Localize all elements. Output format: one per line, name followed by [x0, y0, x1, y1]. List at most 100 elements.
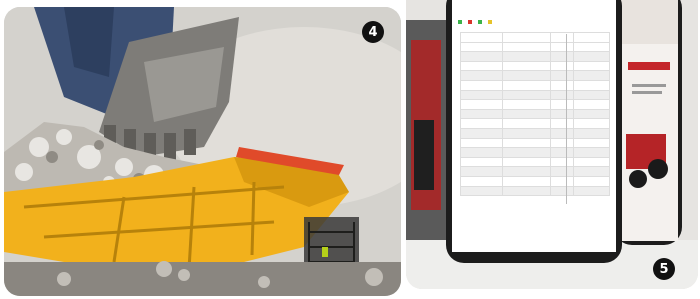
equipment-table — [460, 32, 610, 197]
table-row[interactable] — [460, 156, 610, 168]
table-cell — [501, 127, 551, 139]
table-cell — [501, 156, 551, 168]
table-cell — [501, 166, 551, 177]
table-row[interactable] — [460, 175, 610, 187]
table-cell — [573, 147, 610, 158]
table-cell — [460, 166, 503, 177]
secondary-phone — [614, 0, 682, 245]
table-row[interactable] — [460, 108, 610, 120]
table-legend — [458, 20, 493, 25]
table-cell — [549, 156, 575, 168]
table-cell — [573, 89, 610, 101]
table-cell — [549, 137, 575, 149]
table-cell — [501, 175, 551, 187]
primary-phone — [446, 0, 622, 263]
table-cell — [501, 185, 551, 197]
table-cell — [549, 99, 575, 110]
table-cell — [460, 99, 503, 110]
column-header[interactable] — [573, 32, 610, 43]
vertical-divider — [566, 34, 567, 204]
table-cell — [549, 70, 575, 81]
bucket-ad-graphic — [618, 0, 678, 188]
table-cell — [501, 70, 551, 81]
table-cell — [549, 60, 575, 72]
column-header[interactable] — [501, 32, 551, 43]
table-cell — [501, 41, 551, 53]
column-header[interactable] — [549, 32, 575, 43]
table-cell — [501, 79, 551, 91]
table-header-row — [460, 32, 610, 43]
table-cell — [573, 70, 610, 81]
table-cell — [573, 156, 610, 168]
table-cell — [573, 127, 610, 139]
table-cell — [549, 147, 575, 158]
legend-item — [468, 20, 473, 25]
table-row[interactable] — [460, 99, 610, 110]
table-cell — [460, 70, 503, 81]
table-row[interactable] — [460, 147, 610, 158]
table-cell — [549, 41, 575, 53]
table-cell — [460, 51, 503, 62]
table-row[interactable] — [460, 118, 610, 129]
table-cell — [549, 118, 575, 129]
table-cell — [501, 147, 551, 158]
table-cell — [573, 79, 610, 91]
table-cell — [573, 41, 610, 53]
table-cell — [460, 137, 503, 149]
table-cell — [501, 60, 551, 72]
table-row[interactable] — [460, 127, 610, 139]
table-row[interactable] — [460, 70, 610, 81]
table-cell — [460, 156, 503, 168]
table-cell — [573, 118, 610, 129]
table-cell — [501, 108, 551, 120]
table-cell — [549, 51, 575, 62]
legend-item — [458, 20, 463, 25]
table-cell — [573, 108, 610, 120]
table-cell — [573, 166, 610, 177]
table-cell — [460, 175, 503, 187]
table-cell — [501, 118, 551, 129]
table-cell — [573, 137, 610, 149]
table-cell — [573, 185, 610, 197]
table-cell — [460, 108, 503, 120]
table-row[interactable] — [460, 41, 610, 53]
step-number-badge-4: 4 — [362, 21, 384, 43]
table-cell — [549, 166, 575, 177]
table-cell — [460, 185, 503, 197]
table-cell — [501, 51, 551, 62]
table-cell — [501, 89, 551, 101]
step-number-badge-5: 5 — [653, 258, 675, 280]
table-row[interactable] — [460, 60, 610, 72]
table-row[interactable] — [460, 51, 610, 62]
mining-photo-panel — [4, 7, 401, 296]
table-row[interactable] — [460, 79, 610, 91]
table-row[interactable] — [460, 166, 610, 177]
table-cell — [460, 147, 503, 158]
secondary-phone-screen — [618, 0, 678, 241]
table-cell — [573, 175, 610, 187]
table-cell — [573, 99, 610, 110]
column-header[interactable] — [460, 32, 503, 43]
table-cell — [549, 127, 575, 139]
table-cell — [460, 118, 503, 129]
table-cell — [573, 60, 610, 72]
table-cell — [573, 51, 610, 62]
table-body — [460, 41, 610, 197]
mining-scene-illustration — [4, 7, 401, 296]
legend-item — [488, 20, 493, 25]
table-row[interactable] — [460, 89, 610, 101]
table-cell — [549, 89, 575, 101]
table-cell — [549, 175, 575, 187]
table-cell — [460, 41, 503, 53]
table-row[interactable] — [460, 137, 610, 149]
table-cell — [501, 137, 551, 149]
phone-app-panel — [406, 0, 698, 289]
table-cell — [549, 108, 575, 120]
primary-phone-screen — [452, 0, 616, 252]
table-cell — [460, 89, 503, 101]
table-cell — [549, 185, 575, 197]
table-cell — [460, 79, 503, 91]
table-cell — [501, 99, 551, 110]
table-row[interactable] — [460, 185, 610, 197]
table-cell — [549, 79, 575, 91]
